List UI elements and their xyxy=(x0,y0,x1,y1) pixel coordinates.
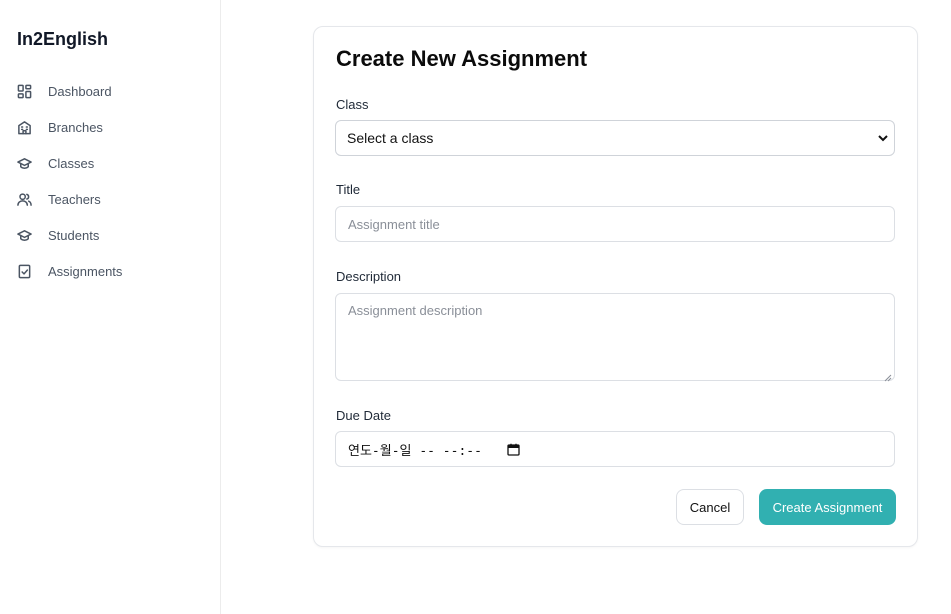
description-textarea[interactable]: Assignment description xyxy=(335,293,895,382)
due-date-input[interactable]: 연도-월-일 -- --:-- xyxy=(335,431,895,467)
cancel-button[interactable]: Cancel xyxy=(676,489,744,525)
sidebar-item-students[interactable]: Students xyxy=(0,217,220,253)
graduation-cap-icon xyxy=(16,227,32,243)
title-input[interactable]: Assignment title xyxy=(335,206,895,242)
sidebar-item-dashboard[interactable]: Dashboard xyxy=(0,73,220,109)
sidebar-item-label: Teachers xyxy=(48,191,101,207)
class-label: Class xyxy=(336,97,369,112)
building-icon xyxy=(16,119,32,135)
description-label: Description xyxy=(336,269,402,284)
resize-handle-icon[interactable] xyxy=(884,370,892,382)
sidebar-item-assignments[interactable]: Assignments xyxy=(0,253,220,289)
chevron-down-icon xyxy=(877,132,889,144)
description-placeholder: Assignment description xyxy=(348,303,483,318)
calendar-icon[interactable] xyxy=(507,443,520,456)
sidebar-item-classes[interactable]: Classes xyxy=(0,145,220,181)
due-date-value: 연도-월-일 -- --:-- xyxy=(348,443,482,459)
due-date-label: Due Date xyxy=(336,408,391,423)
sidebar-item-label: Students xyxy=(48,227,100,243)
sidebar-item-label: Dashboard xyxy=(48,83,112,99)
title-input-placeholder: Assignment title xyxy=(348,216,440,232)
sidebar-item-branches[interactable]: Branches xyxy=(0,109,220,145)
graduation-cap-icon xyxy=(16,155,32,171)
title-label: Title xyxy=(336,182,361,197)
sidebar: In2English Dashboard Branches Classes Te… xyxy=(0,0,221,614)
page-title: Create New Assignment xyxy=(336,46,588,71)
sidebar-item-label: Assignments xyxy=(48,263,123,279)
class-select-value: Select a class xyxy=(347,130,434,146)
create-assignment-button[interactable]: Create Assignment xyxy=(759,489,896,525)
sidebar-item-teachers[interactable]: Teachers xyxy=(0,181,220,217)
brand-logo[interactable]: In2English xyxy=(17,29,108,50)
create-assignment-card: Create New Assignment Class Select a cla… xyxy=(313,26,918,547)
dashboard-icon xyxy=(16,83,32,99)
sidebar-item-label: Branches xyxy=(48,119,103,135)
sidebar-nav: Dashboard Branches Classes Teachers Stud… xyxy=(0,73,220,289)
class-select[interactable]: Select a class xyxy=(335,120,895,156)
clipboard-check-icon xyxy=(16,263,32,279)
users-icon xyxy=(16,191,32,207)
sidebar-item-label: Classes xyxy=(48,155,95,171)
